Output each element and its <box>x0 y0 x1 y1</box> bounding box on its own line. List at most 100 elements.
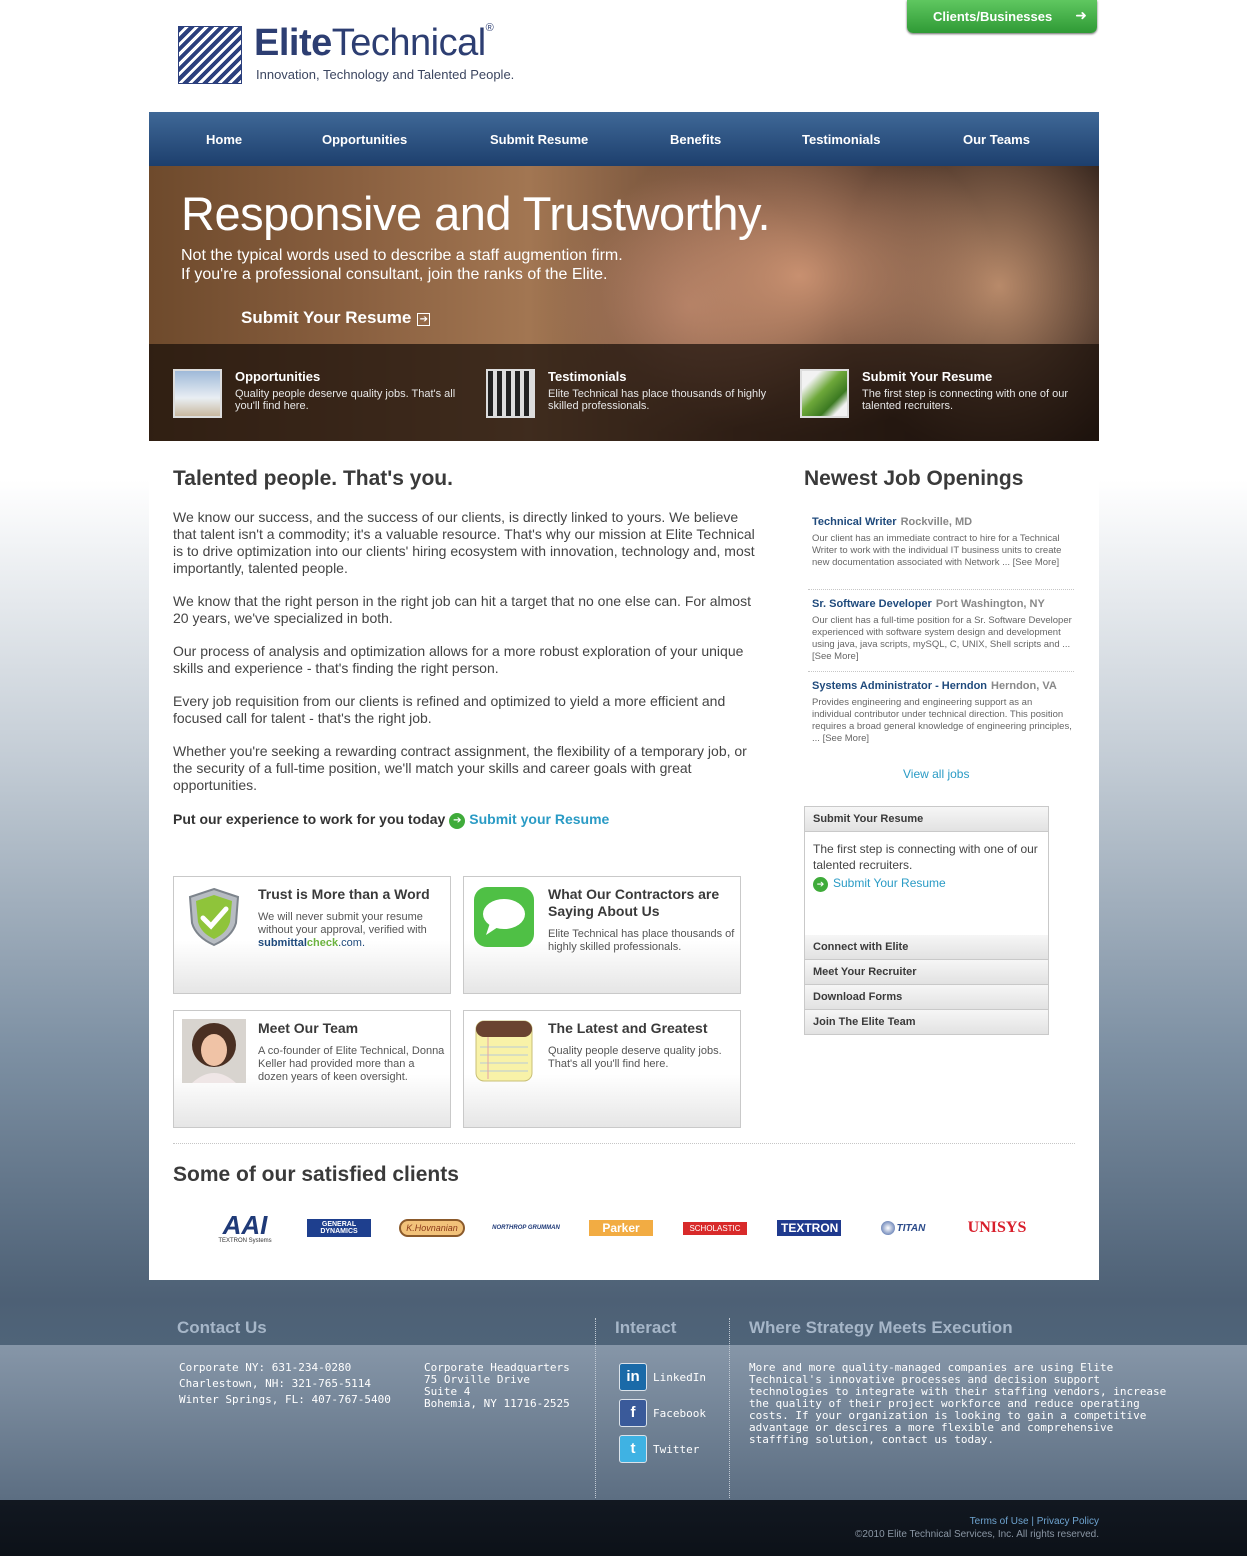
notepad-icon <box>475 1020 533 1082</box>
linkedin-icon: in <box>619 1363 647 1391</box>
logo-name: EliteTechnical® <box>254 22 494 64</box>
footer-phone: Corporate NY: 631-234-0280 <box>179 1361 352 1374</box>
submit-resume-link[interactable]: Submit your Resume <box>469 811 609 827</box>
hero-feature-text: Quality people deserve quality jobs. Tha… <box>235 388 456 412</box>
feature-text: Quality people deserve quality jobs. Tha… <box>548 1045 722 1070</box>
hero-feature-title: Testimonials <box>548 369 627 384</box>
social-facebook[interactable]: f Facebook <box>619 1399 719 1427</box>
hero-banner: Responsive and Trustworthy. Not the typi… <box>149 166 1099 441</box>
footer-legal-links: Terms of Use | Privacy Policy <box>969 1516 1099 1527</box>
feature-title: Trust is More than a Word <box>258 886 430 902</box>
job-description: Our client has a full-time position for … <box>812 615 1072 662</box>
arrow-right-icon: ➜ <box>1075 7 1087 23</box>
footer-phone: Charlestown, NH: 321-765-5114 <box>179 1377 372 1390</box>
terms-of-use-link[interactable]: Terms of Use <box>970 1516 1029 1527</box>
paragraph: Our process of analysis and optimization… <box>173 643 744 676</box>
social-linkedin[interactable]: in LinkedIn <box>619 1363 719 1391</box>
clients-button-label: Clients/Businesses <box>933 9 1053 24</box>
client-logo-titan: TITAN <box>870 1212 936 1244</box>
clients-heading: Some of our satisfied clients <box>173 1163 459 1186</box>
logo-mark-icon <box>178 26 242 84</box>
footer-contact-heading: Contact Us <box>177 1318 267 1337</box>
footer-strategy-heading: Where Strategy Meets Execution <box>749 1318 1013 1337</box>
nav-testimonials[interactable]: Testimonials <box>802 132 881 147</box>
shield-check-icon <box>188 887 240 947</box>
logo[interactable]: EliteTechnical® Innovation, Technology a… <box>178 22 558 88</box>
paragraph: Whether you're seeking a rewarding contr… <box>173 743 747 793</box>
clients-businesses-button[interactable]: Clients/Businesses ➜ <box>907 0 1097 33</box>
divider <box>173 1143 1075 1144</box>
divider <box>808 671 1074 672</box>
crowd-photo-icon <box>486 369 535 418</box>
portrait-photo-icon <box>182 1019 246 1083</box>
leaf-photo-icon <box>800 369 849 418</box>
hero-feature-title: Submit Your Resume <box>862 369 993 384</box>
feature-box-trust[interactable]: Trust is More than a Word We will never … <box>173 876 451 994</box>
job-description: Provides engineering and engineering sup… <box>812 697 1072 744</box>
facebook-icon: f <box>619 1399 647 1427</box>
feature-title: Meet Our Team <box>258 1020 359 1036</box>
feature-box-contractors[interactable]: What Our Contractors are Saying About Us… <box>463 876 741 994</box>
feature-box-latest[interactable]: The Latest and Greatest Quality people d… <box>463 1010 741 1128</box>
hero-subtitle-line2: If you're a professional consultant, joi… <box>181 266 608 283</box>
paragraph: We know that the right person in the rig… <box>173 593 751 626</box>
job-description: Our client has an immediate contract to … <box>812 533 1062 568</box>
job-location: Rockville, MD <box>900 516 973 528</box>
nav-opportunities[interactable]: Opportunities <box>322 132 407 147</box>
feature-text: Elite Technical has place thousands of h… <box>548 928 735 953</box>
client-logo-textron: TEXTRON <box>776 1212 842 1244</box>
hero-feature-bar: Opportunities Quality people deserve qua… <box>149 344 1099 441</box>
job-location: Port Washington, NY <box>935 598 1045 610</box>
job-item[interactable]: Systems Administrator - Herndon Herndon, … <box>812 680 1074 745</box>
nav-our-teams[interactable]: Our Teams <box>963 132 1030 147</box>
footer-phone: Winter Springs, FL: 407-767-5400 <box>179 1393 391 1406</box>
sidebar-link-join[interactable]: Join The Elite Team <box>805 1010 1048 1035</box>
privacy-policy-link[interactable]: Privacy Policy <box>1037 1516 1099 1527</box>
footer-address-line: Bohemia, NY 11716-2525 <box>424 1397 570 1410</box>
social-twitter[interactable]: t Twitter <box>619 1435 719 1463</box>
sidebar-link-forms[interactable]: Download Forms <box>805 985 1048 1010</box>
logo-tagline: Innovation, Technology and Talented Peop… <box>256 67 515 82</box>
hero-feature-text: Elite Technical has place thousands of h… <box>548 388 767 412</box>
nav-home[interactable]: Home <box>206 132 242 147</box>
client-logo-parker: Parker <box>588 1212 654 1244</box>
paragraph: Every job requisition from our clients i… <box>173 693 726 726</box>
job-location: Herndon, VA <box>991 680 1057 692</box>
hero-feature-text: The first step is connecting with one of… <box>862 388 1069 412</box>
feature-box-team[interactable]: Meet Our Team A co-founder of Elite Tech… <box>173 1010 451 1128</box>
nav-benefits[interactable]: Benefits <box>670 132 721 147</box>
arrow-box-icon: ➔ <box>417 313 431 326</box>
sidebar-submit-resume-link[interactable]: ➔ Submit Your Resume <box>813 876 946 892</box>
job-title-link[interactable]: Systems Administrator - Herndon <box>812 680 987 692</box>
paragraph: We know our success, and the success of … <box>173 509 755 576</box>
client-logo-general-dynamics: GENERAL DYNAMICS <box>306 1212 372 1244</box>
feature-title: What Our Contractors are Saying About Us <box>548 886 720 919</box>
footer-divider <box>595 1318 596 1498</box>
binoculars-photo-icon <box>173 369 222 418</box>
cta-line: Put our experience to work for you today… <box>173 811 610 829</box>
view-all-jobs-link[interactable]: View all jobs <box>903 767 969 781</box>
job-item[interactable]: Sr. Software Developer Port Washington, N… <box>812 598 1074 663</box>
sidebar-box-title: Submit Your Resume <box>805 807 1048 832</box>
nav-submit-resume[interactable]: Submit Resume <box>490 132 588 147</box>
job-title-link[interactable]: Technical Writer <box>812 516 897 528</box>
sidebar-box-text: The first step is connecting with one of… <box>813 842 1038 872</box>
job-title-link[interactable]: Sr. Software Developer <box>812 598 932 610</box>
main-nav: Home Opportunities Submit Resume Benefit… <box>149 112 1099 166</box>
sidebar-link-connect[interactable]: Connect with Elite <box>805 935 1048 960</box>
arrow-circle-icon: ➔ <box>813 877 828 892</box>
job-item[interactable]: Technical Writer Rockville, MD Our client… <box>812 516 1074 569</box>
client-logo-hovnanian: K.Hovnanian <box>399 1212 465 1244</box>
hero-title: Responsive and Trustworthy. <box>181 187 771 240</box>
copyright: ©2010 Elite Technical Services, Inc. All… <box>855 1529 1099 1540</box>
hero-subtitle-line1: Not the typical words used to describe a… <box>181 247 623 264</box>
arrow-circle-icon: ➔ <box>449 813 466 829</box>
client-logo-unisys: UNISYS <box>967 1219 1027 1236</box>
sidebar-link-recruiter[interactable]: Meet Your Recruiter <box>805 960 1048 985</box>
hero-feature-title: Opportunities <box>235 369 321 384</box>
hero-submit-resume-link[interactable]: Submit Your Resume ➔ <box>241 308 431 328</box>
footer-divider <box>729 1318 730 1498</box>
feature-text: We will never submit your resume without… <box>258 911 427 949</box>
sidebar-box: Submit Your Resume The first step is con… <box>804 806 1049 1035</box>
chat-bubble-icon <box>474 887 534 947</box>
